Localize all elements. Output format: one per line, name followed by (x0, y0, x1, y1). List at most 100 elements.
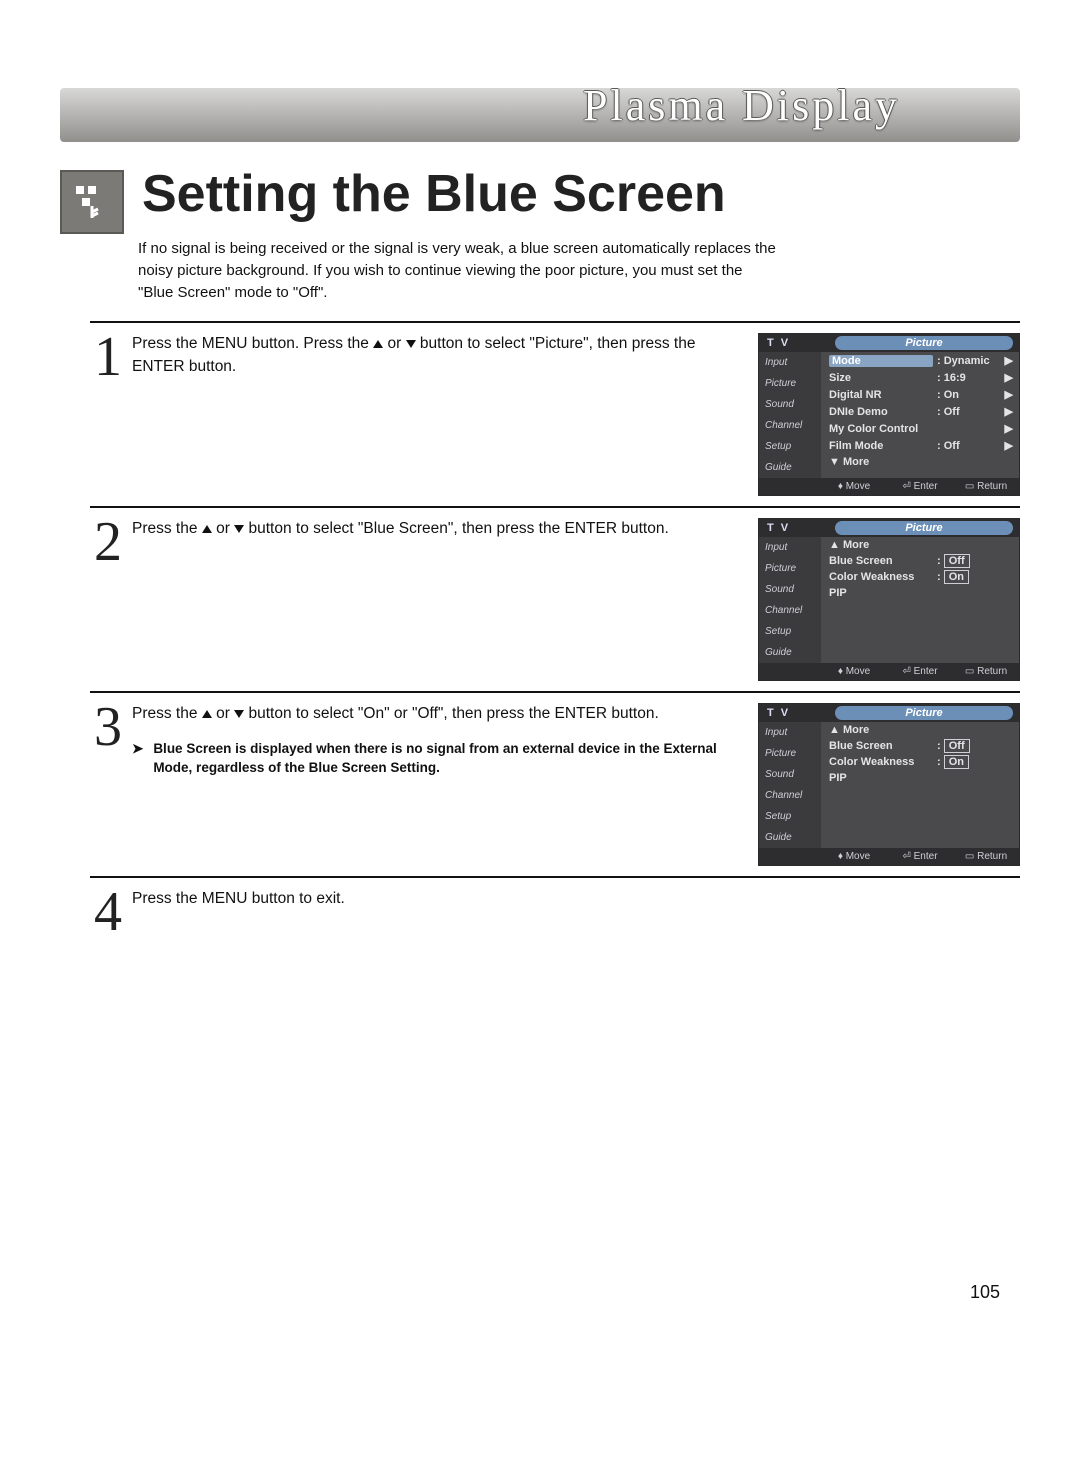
osd-tab: Picture (835, 521, 1013, 535)
osd-tab: Picture (835, 336, 1013, 350)
osd-row-label: PIP (829, 772, 933, 784)
step-text: Press the MENU button to exit. (132, 888, 1020, 910)
step-number: 3 (90, 699, 126, 866)
osd-return: Return (977, 851, 1007, 862)
osd-sidebar: InputPictureSoundChannelSetupGuide (759, 722, 821, 848)
osd-row-value: : Off (937, 740, 999, 752)
osd-move: Move (846, 481, 870, 492)
osd-row-label: ▲ More (829, 539, 933, 551)
osd-side-item: Input (759, 352, 821, 373)
osd-row: Blue Screen : Off (821, 553, 1019, 569)
brand-title: Plasma Display (583, 80, 900, 131)
text-part: or (383, 335, 405, 352)
osd-footer: ♦ Move⏎ Enter▭ Return (759, 478, 1019, 495)
chevron-right-icon: ▶ (1003, 388, 1013, 401)
step-number: 2 (90, 514, 126, 681)
osd-move: Move (846, 666, 870, 677)
osd-row-label: Blue Screen (829, 555, 933, 567)
osd-row: DNIe Demo: Off▶ (821, 403, 1019, 420)
divider (90, 691, 1020, 693)
chevron-right-icon: ▶ (1003, 405, 1013, 418)
text-part: or (212, 520, 234, 537)
chevron-right-icon: ▶ (1003, 354, 1013, 367)
osd-row-label: Film Mode (829, 440, 933, 452)
osd-main: ▲ More Blue Screen : Off Color Weakness : On… (821, 722, 1019, 848)
osd-row-label: Digital NR (829, 389, 933, 401)
osd-row-value: : Dynamic (937, 355, 999, 367)
osd-side-item: Guide (759, 457, 821, 478)
step-note: ➤Blue Screen is displayed when there is … (132, 740, 742, 778)
osd-row-label: Blue Screen (829, 740, 933, 752)
down-arrow-icon (234, 710, 244, 718)
step-number: 1 (90, 329, 126, 496)
osd-row: My Color Control ▶ (821, 420, 1019, 437)
chevron-right-icon: ▶ (1003, 422, 1013, 435)
osd-row: ▲ More (821, 722, 1019, 738)
osd-row-label: Color Weakness (829, 756, 933, 768)
manual-page: Plasma Display Setting the Blue Screen I… (0, 0, 1080, 1473)
osd-row-label: ▼ More (829, 456, 933, 468)
osd-side-item: Channel (759, 600, 821, 621)
text-part: Press the (132, 520, 202, 537)
osd-row: ▲ More (821, 537, 1019, 553)
down-arrow-icon (406, 340, 416, 348)
step-3: 3 Press the or button to select "On" or … (90, 699, 1020, 866)
osd-row-value: : On (937, 571, 999, 583)
down-arrow-icon (234, 525, 244, 533)
osd-row-value: : Off (937, 555, 999, 567)
osd-side-item: Sound (759, 579, 821, 600)
osd-row: Blue Screen : Off (821, 738, 1019, 754)
osd-side-item: Picture (759, 558, 821, 579)
osd-row: Film Mode: Off▶ (821, 437, 1019, 454)
osd-main: Mode: Dynamic▶Size: 16:9▶Digital NR: On▶… (821, 352, 1019, 478)
osd-side-item: Sound (759, 764, 821, 785)
divider (90, 876, 1020, 878)
divider (90, 506, 1020, 508)
osd-screenshot-3: T VPicture InputPictureSoundChannelSetup… (758, 703, 1020, 866)
osd-side-item: Setup (759, 806, 821, 827)
steps: 1 Press the MENU button. Press the or bu… (90, 321, 1020, 940)
osd-screenshot-2: T VPicture InputPictureSoundChannelSetup… (758, 518, 1020, 681)
osd-side-item: Channel (759, 785, 821, 806)
osd-row-label: Mode (829, 355, 933, 367)
up-arrow-icon (373, 340, 383, 348)
osd-row: Color Weakness : On (821, 569, 1019, 585)
osd-row-label: Size (829, 372, 933, 384)
header: Plasma Display (60, 60, 1020, 170)
osd-return: Return (977, 481, 1007, 492)
osd-row: Size: 16:9▶ (821, 369, 1019, 386)
osd-row-label: PIP (829, 587, 933, 599)
page-number: 105 (970, 1282, 1000, 1303)
osd-side-item: Picture (759, 743, 821, 764)
step-number: 4 (90, 884, 126, 940)
settings-icon (60, 170, 124, 234)
osd-side-item: Input (759, 722, 821, 743)
osd-row-value: : On (937, 756, 999, 768)
osd-row-label: ▲ More (829, 724, 933, 736)
osd-row: Color Weakness : On (821, 754, 1019, 770)
osd-screenshot-1: T V Picture InputPictureSoundChannelSetup… (758, 333, 1020, 496)
step-text: Press the or button to select "Blue Scre… (132, 518, 742, 540)
osd-row-label: My Color Control (829, 423, 933, 435)
text-part: or (212, 705, 234, 722)
osd-row-label: Color Weakness (829, 571, 933, 583)
osd-move: Move (846, 851, 870, 862)
osd-enter: Enter (914, 666, 938, 677)
up-arrow-icon (202, 525, 212, 533)
osd-side-item: Setup (759, 436, 821, 457)
text-part: Press the MENU button. Press the (132, 335, 373, 352)
text-part: button to select "Blue Screen", then pre… (244, 520, 669, 537)
osd-tv-label: T V (759, 334, 829, 352)
title-row: Setting the Blue Screen (60, 164, 1020, 234)
osd-return: Return (977, 666, 1007, 677)
chevron-right-icon: ▶ (1003, 439, 1013, 452)
osd-sidebar: InputPictureSoundChannelSetupGuide (759, 537, 821, 663)
intro-paragraph: If no signal is being received or the si… (138, 238, 778, 303)
osd-enter: Enter (914, 481, 938, 492)
step-4: 4 Press the MENU button to exit. (90, 884, 1020, 940)
divider (90, 321, 1020, 323)
osd-sidebar: InputPictureSoundChannelSetupGuide (759, 352, 821, 478)
up-arrow-icon (202, 710, 212, 718)
osd-side-item: Sound (759, 394, 821, 415)
chevron-right-icon: ▶ (1003, 371, 1013, 384)
